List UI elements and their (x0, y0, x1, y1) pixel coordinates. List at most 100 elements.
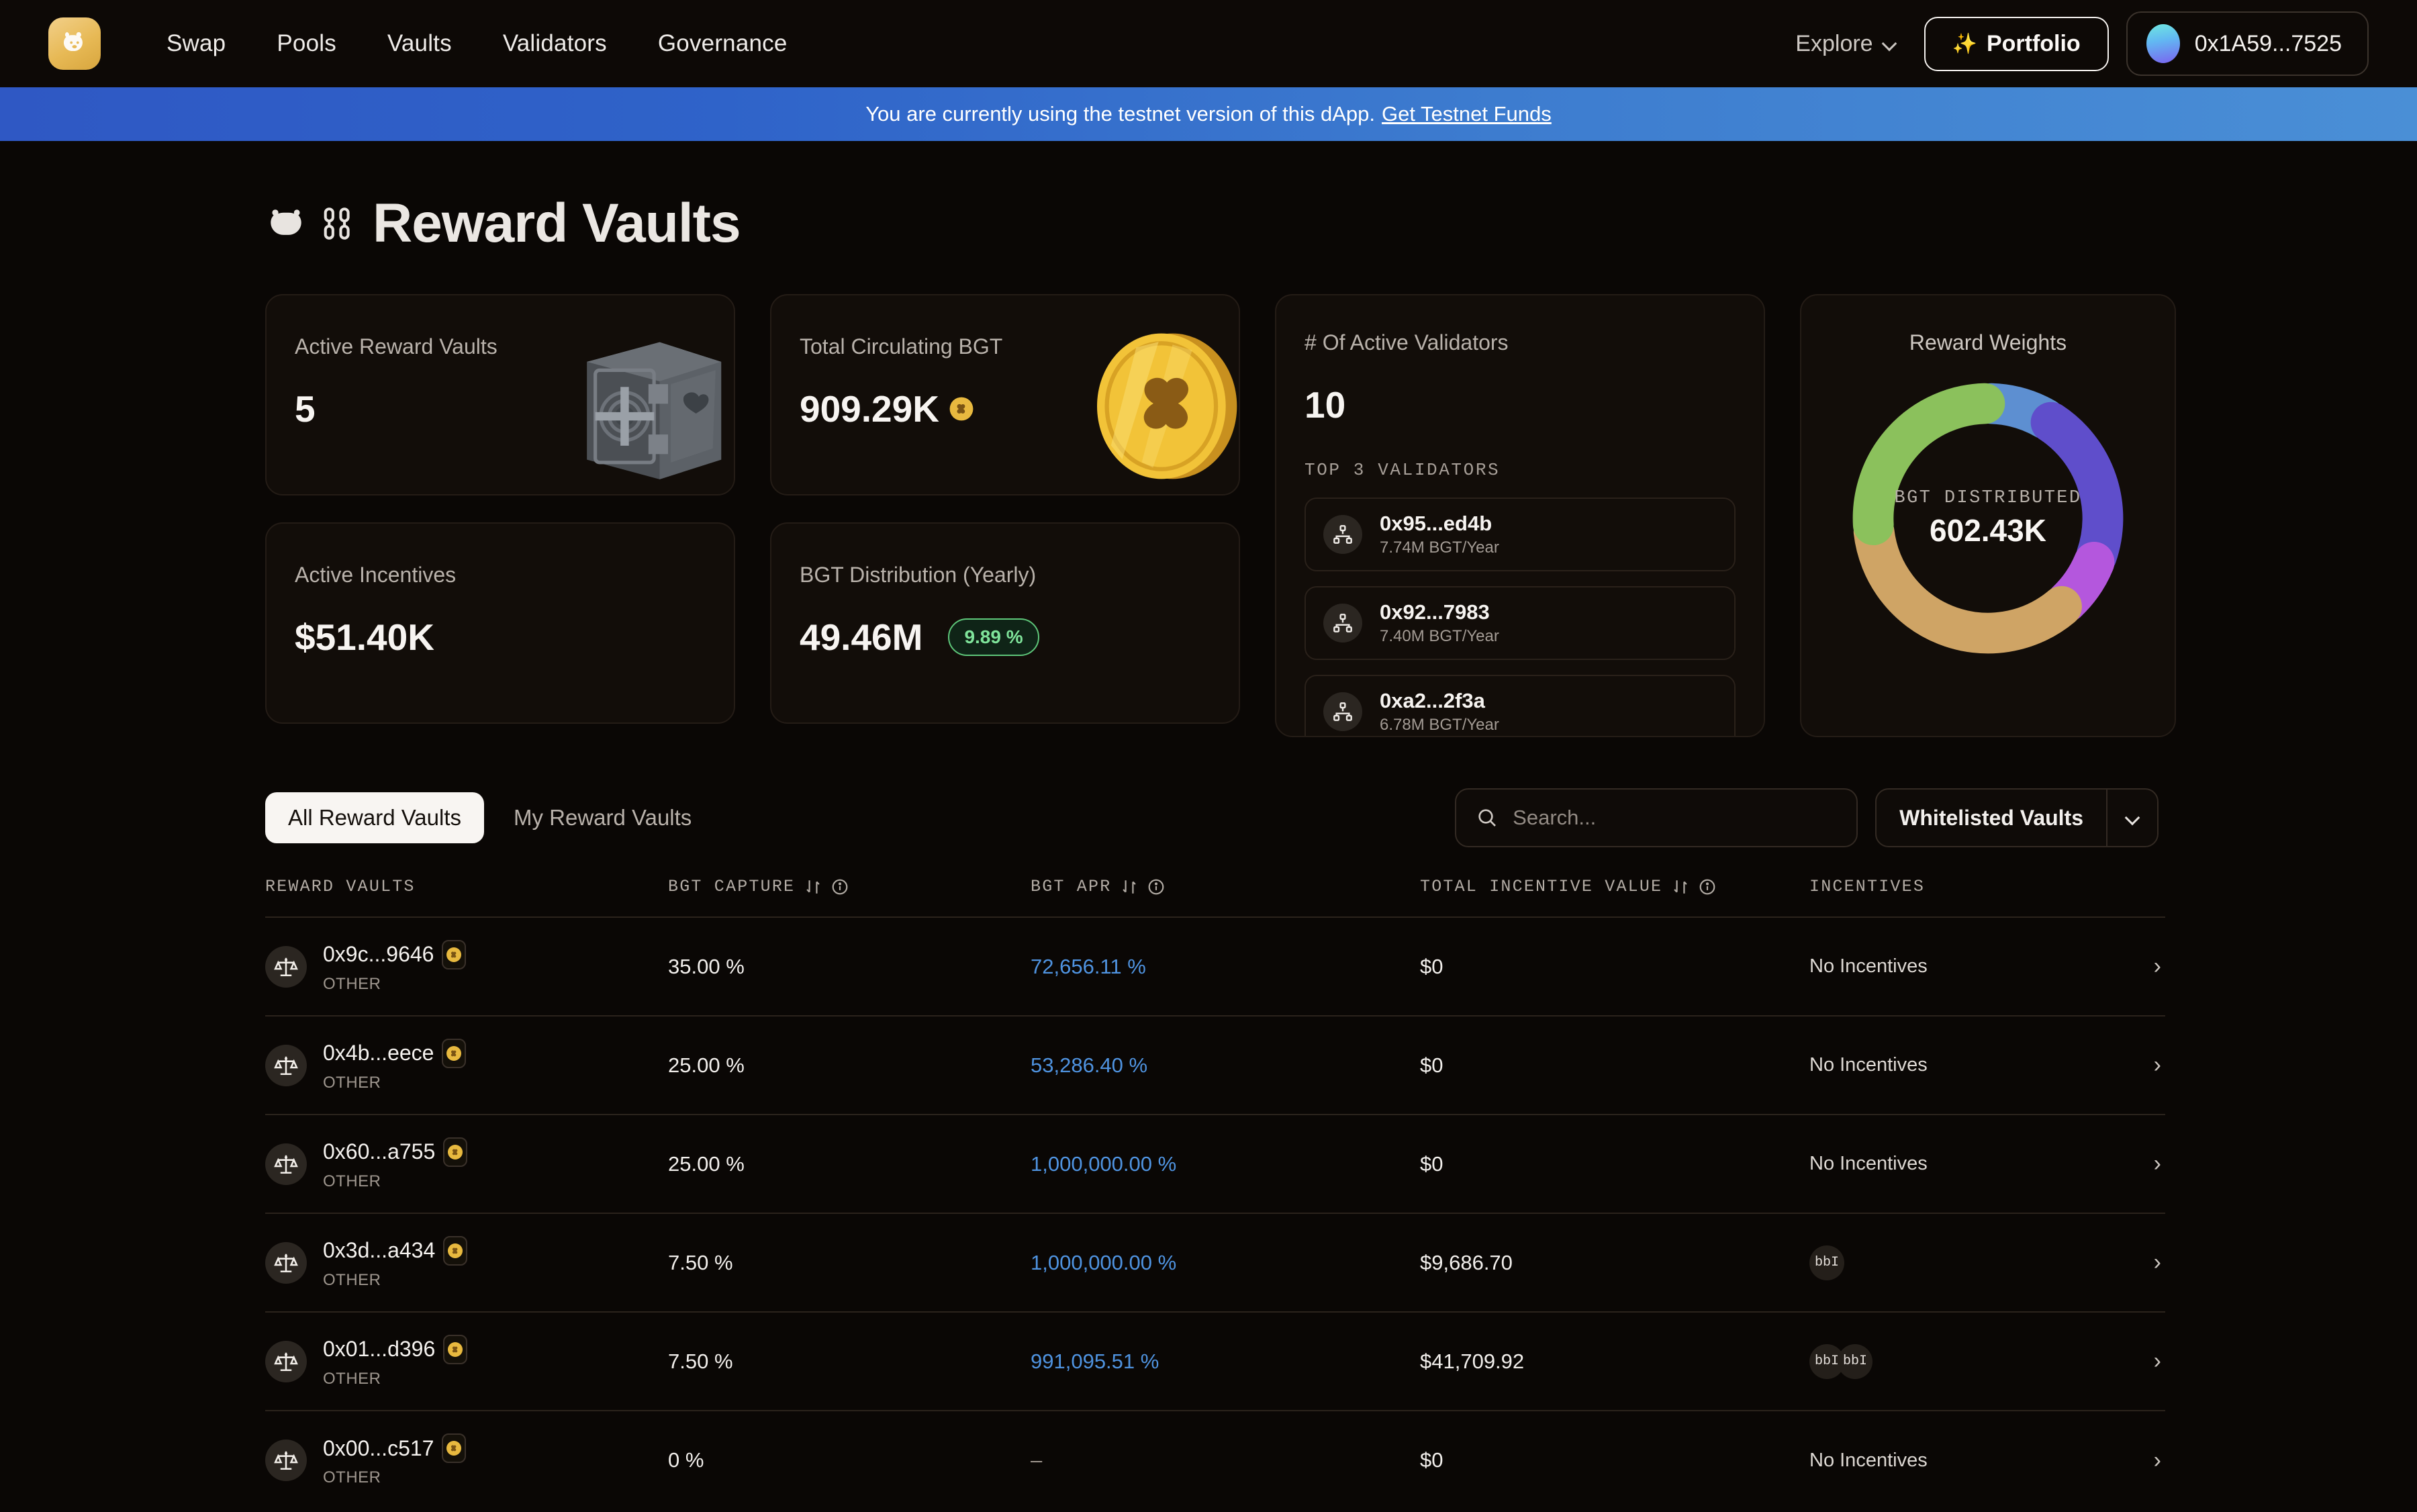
bgt-token-glyph (446, 1441, 462, 1456)
table-row[interactable]: 0x00...c517 OTHER 0 % – $0 No Incentives… (265, 1411, 2165, 1509)
vault-name: 0x3d...a434 (323, 1238, 436, 1262)
card-value: 10 (1305, 384, 1346, 426)
bgt-capture-value: 7.50 % (668, 1250, 733, 1274)
column-header-total-incentive-value: TOTAL INCENTIVE VALUE (1420, 877, 1809, 918)
table-head: REWARD VAULTS BGT CAPTURE BGT APR TOTAL … (265, 877, 2165, 918)
portfolio-button[interactable]: ✨ Portfolio (1924, 16, 2109, 71)
sparkles-icon: ✨ (1952, 32, 1977, 55)
validator-row[interactable]: 0x92...7983 7.40M BGT/Year (1305, 585, 1736, 660)
nav-link-governance[interactable]: Governance (632, 19, 813, 68)
scales-glyph (274, 1352, 298, 1371)
chevron-right-icon[interactable]: › (2065, 1411, 2165, 1509)
validator-info: 0x95...ed4b 7.74M BGT/Year (1380, 511, 1499, 558)
validator-name: 0xa2...2f3a (1380, 688, 1485, 712)
bgt-apr-value: 1,000,000.00 % (1031, 1151, 1177, 1176)
donut-segment[interactable] (2030, 401, 2124, 577)
bgt-apr-value: 53,286.40 % (1031, 1053, 1148, 1077)
nav-link-swap[interactable]: Swap (141, 19, 251, 68)
bgt-capture-value: 25.00 % (668, 1151, 745, 1176)
vault-name: 0x00...c517 (323, 1435, 434, 1460)
sort-icon[interactable] (1672, 878, 1689, 896)
scales-icon (265, 1143, 307, 1185)
stats-grid: Active Reward Vaults 5 Active Incentives… (265, 294, 2176, 737)
tab-all-reward-vaults[interactable]: All Reward Vaults (265, 792, 484, 843)
nav-link-validators[interactable]: Validators (477, 19, 632, 68)
bgt-token-glyph (446, 947, 462, 962)
cell-incentives: No Incentives (1809, 917, 2065, 1017)
cell-bgt-capture: 7.50 % (668, 1213, 1031, 1313)
cell-vault: 0x00...c517 OTHER (265, 1411, 668, 1509)
table-row[interactable]: 0x3d...a434 OTHER 7.50 % 1,000,000.00 % … (265, 1213, 2165, 1313)
nav-link-vaults[interactable]: Vaults (362, 19, 477, 68)
chevron-down-icon[interactable] (2106, 790, 2157, 846)
cell-vault: 0x3d...a434 OTHER (265, 1213, 668, 1313)
table-row[interactable]: 0x9c...9646 OTHER 35.00 % 72,656.11 % $0… (265, 917, 2165, 1017)
info-icon[interactable] (1699, 878, 1716, 896)
table-row[interactable]: 0x60...a755 OTHER 25.00 % 1,000,000.00 %… (265, 1115, 2165, 1214)
page-title-text: Reward Vaults (373, 193, 741, 254)
avatar (2146, 24, 2180, 63)
gold-coin-illustration-icon (1097, 333, 1237, 479)
chevron-right-icon[interactable]: › (2065, 1312, 2165, 1411)
sort-icon[interactable] (804, 878, 822, 896)
wallet-address: 0x1A59...7525 (2194, 30, 2342, 56)
testnet-banner-text: You are currently using the testnet vers… (865, 102, 1376, 126)
cell-incentives: No Incentives (1809, 1411, 2065, 1509)
bgt-apr-value: 1,000,000.00 % (1031, 1250, 1177, 1274)
scales-glyph (274, 1254, 298, 1272)
cell-incentives: bbI bbI (1809, 1312, 2065, 1411)
top-validators-sublabel: TOP 3 VALIDATORS (1305, 460, 1501, 480)
total-incentive-value: $0 (1420, 954, 1443, 978)
vault-type: OTHER (323, 1369, 381, 1388)
network-node-icon (1323, 603, 1362, 643)
card-label: BGT Distribution (Yearly) (800, 563, 1037, 587)
info-icon[interactable] (1147, 878, 1165, 896)
search-box[interactable] (1455, 788, 1858, 847)
table-row[interactable]: 0x4b...eece OTHER 25.00 % 53,286.40 % $0… (265, 1016, 2165, 1115)
bgt-token-icon (443, 1334, 468, 1364)
card-bgt-distribution: BGT Distribution (Yearly) 49.46M 9.89 % (770, 522, 1240, 724)
info-icon[interactable] (831, 878, 849, 896)
total-incentive-value: $0 (1420, 1151, 1443, 1176)
column-header-bgt-capture: BGT CAPTURE (668, 877, 1031, 918)
cell-bgt-capture: 25.00 % (668, 1115, 1031, 1214)
cell-total-incentive-value: $41,709.92 (1420, 1312, 1809, 1411)
card-active-incentives: Active Incentives $51.40K (265, 522, 735, 724)
validator-row[interactable]: 0xa2...2f3a 6.78M BGT/Year (1305, 674, 1736, 736)
tab-my-reward-vaults[interactable]: My Reward Vaults (491, 792, 714, 843)
reward-weights-title: Reward Weights (1909, 330, 2067, 355)
scales-icon (265, 1241, 307, 1284)
chevron-right-icon[interactable]: › (2065, 1016, 2165, 1115)
chevron-right-icon[interactable]: › (2065, 1115, 2165, 1214)
table-row[interactable]: 0x01...d396 OTHER 7.50 % 991,095.51 % $4… (265, 1312, 2165, 1411)
nav-right-group: Explore ✨ Portfolio 0x1A59...7525 (1785, 0, 2369, 87)
bgt-capture-value: 25.00 % (668, 1053, 745, 1077)
incentive-chip[interactable]: bbI (1838, 1343, 1873, 1379)
sort-icon[interactable] (1121, 878, 1138, 896)
column-label: BGT CAPTURE (668, 877, 796, 896)
wallet-button[interactable]: 0x1A59...7525 (2126, 11, 2369, 76)
validator-row[interactable]: 0x95...ed4b 7.74M BGT/Year (1305, 498, 1736, 571)
vault-filter-select[interactable]: Whitelisted Vaults (1875, 788, 2159, 847)
bera-logo-icon[interactable] (48, 17, 101, 70)
cell-bgt-capture: 0 % (668, 1411, 1031, 1509)
scales-glyph (274, 957, 298, 976)
search-input[interactable] (1513, 806, 1837, 830)
cell-bgt-apr: 1,000,000.00 % (1031, 1213, 1420, 1313)
vault-filter-value: Whitelisted Vaults (1899, 805, 2083, 830)
get-testnet-funds-link[interactable]: Get Testnet Funds (1382, 102, 1552, 126)
chevron-right-icon[interactable]: › (2065, 1213, 2165, 1313)
explore-dropdown[interactable]: Explore (1785, 24, 1906, 64)
table-body: 0x9c...9646 OTHER 35.00 % 72,656.11 % $0… (265, 917, 2165, 1509)
scales-glyph (274, 1451, 298, 1470)
donut-segment[interactable] (1852, 383, 2005, 546)
validator-name: 0x92...7983 (1380, 600, 1490, 624)
cell-bgt-apr: 991,095.51 % (1031, 1312, 1420, 1411)
donut-segment[interactable] (1853, 511, 2082, 654)
stats-column-1: Active Reward Vaults 5 Active Incentives… (265, 294, 735, 724)
bera-logo-glyph (63, 32, 83, 52)
cell-vault: 0x4b...eece OTHER (265, 1016, 668, 1115)
nav-link-pools[interactable]: Pools (251, 19, 362, 68)
chevron-right-icon[interactable]: › (2065, 917, 2165, 1017)
incentive-chip[interactable]: bbI (1809, 1245, 1844, 1280)
